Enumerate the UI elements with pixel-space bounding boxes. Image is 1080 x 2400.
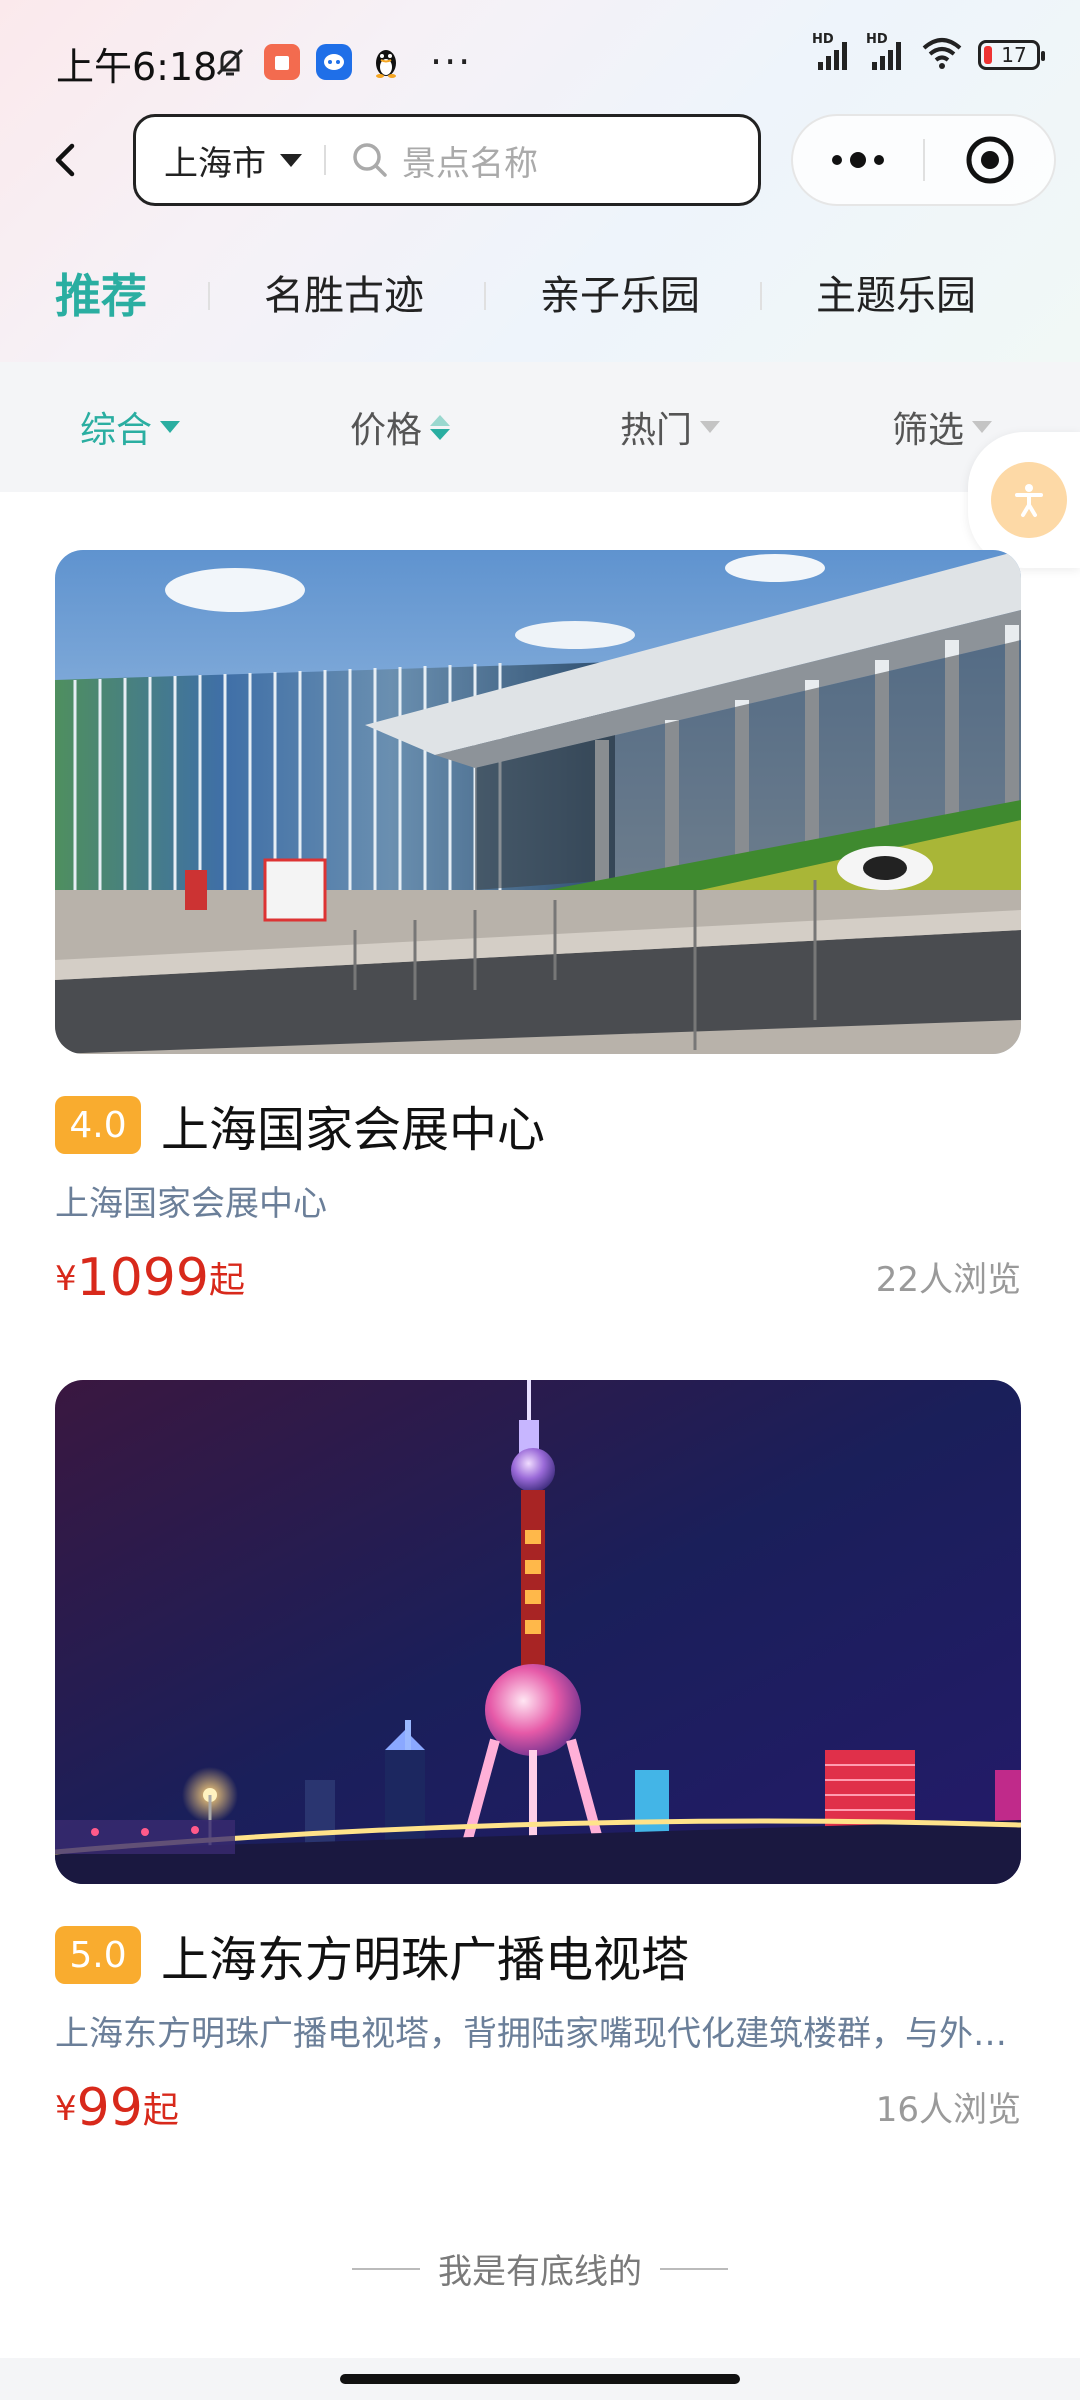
price-suffix: 起 [208,1260,245,1301]
card-title: 上海国家会展中心 [161,1102,546,1158]
card-description: 上海东方明珠广播电视塔，背拥陆家嘴现代化建筑楼群，与外滩万国建筑博览群隔江相望 [55,2014,1021,2054]
sort-price[interactable]: 价格 [350,362,451,492]
card-title: 上海东方明珠广播电视塔 [161,1932,690,1988]
divider-line [352,2267,420,2270]
dot-icon [874,155,884,165]
tab-divider [484,282,486,310]
chevron-left-icon [55,143,75,177]
price-row: ¥ 99 起 16人浏览 [55,2069,1021,2137]
sort-comprehensive[interactable]: 综合 [80,362,181,492]
caret-down-icon [280,153,302,167]
dot-icon [832,155,842,165]
wifi-icon [920,36,964,74]
accessibility-icon [991,462,1067,538]
view-count: 16人浏览 [875,2090,1021,2130]
battery-icon: 17 [978,40,1045,70]
status-bar: 上午6:18 ··· HD HD 17 [0,0,1080,124]
mute-bell-icon [212,44,248,80]
status-more: ··· [430,40,473,84]
price-value: 1099 [76,1248,209,1308]
attraction-photo[interactable] [55,550,1021,1054]
signal-icon-2: HD [866,32,906,72]
back-button[interactable] [42,132,90,188]
attraction-card[interactable]: 5.0 上海东方明珠广播电视塔 上海东方明珠广播电视塔，背拥陆家嘴现代化建筑楼群… [55,1380,1021,2137]
card-description: 上海国家会展中心 [55,1184,327,1224]
end-of-list-text: 我是有底线的 [438,2252,642,2292]
search-divider [324,145,326,175]
rating-badge: 4.0 [55,1096,141,1154]
rating-badge: 5.0 [55,1926,141,1984]
search-icon [350,140,390,180]
attraction-photo[interactable] [55,1380,1021,1884]
status-notification-icons: ··· [212,40,472,84]
bot-notification-icon [316,44,352,80]
target-circle-icon [966,136,1013,184]
price-row: ¥ 1099 起 22人浏览 [55,1239,1021,1307]
status-right-icons: HD HD 17 [812,32,1045,74]
sort-label: 筛选 [892,410,965,451]
sort-label: 热门 [620,410,693,451]
tab-divider [208,282,210,310]
sort-label: 综合 [80,410,153,451]
tab-recommend[interactable]: 推荐 [55,250,147,342]
tab-historic-sites[interactable]: 名胜古迹 [264,250,424,342]
tab-divider [760,282,762,310]
price-suffix: 起 [142,2090,179,2131]
city-selector[interactable]: 上海市 [164,136,302,185]
home-indicator[interactable] [340,2374,740,2384]
card-title-row: 5.0 上海东方明珠广播电视塔 [55,1924,1021,1988]
divider-line [660,2267,728,2270]
status-time: 上午6:18 [56,45,218,89]
category-tabs: 推荐 名胜古迹 亲子乐园 主题乐园 [0,250,1080,342]
close-mini-program-button[interactable] [925,116,1054,204]
attraction-card[interactable]: 4.0 上海国家会展中心 上海国家会展中心 ¥ 1099 起 22人浏览 [55,550,1021,1307]
accessibility-button[interactable] [968,432,1080,568]
price-value: 99 [76,2078,143,2138]
tab-family-parks[interactable]: 亲子乐园 [540,250,700,342]
caret-down-icon [160,421,181,433]
city-label: 上海市 [164,143,266,184]
sort-label: 价格 [350,410,423,451]
end-of-list-note: 我是有底线的 [0,2244,1080,2293]
caret-down-icon [700,421,721,433]
search-box[interactable]: 上海市 景点名称 [133,114,761,206]
dot-icon [850,152,866,168]
page: 上午6:18 ··· HD HD 17 上海市 景点名称 推荐 名胜古迹 亲子乐… [0,0,1080,2400]
search-input[interactable]: 景点名称 [402,136,538,185]
signal-icon-1: HD [812,32,852,72]
caret-down-icon [972,421,993,433]
price-currency: ¥ [55,2089,77,2129]
price-currency: ¥ [55,1259,77,1299]
card-title-row: 4.0 上海国家会展中心 [55,1094,1021,1158]
more-options-button[interactable] [793,116,923,204]
sort-updown-icon [430,414,451,440]
qq-penguin-icon [368,44,404,80]
price: ¥ 99 起 [55,2079,179,2137]
app-notification-icon [264,44,300,80]
sort-bar: 综合 价格 热门 筛选 [0,362,1080,492]
mini-program-capsule [791,114,1056,206]
price: ¥ 1099 起 [55,1249,245,1307]
tab-theme-parks[interactable]: 主题乐园 [816,250,976,342]
view-count: 22人浏览 [875,1260,1021,1300]
sort-popular[interactable]: 热门 [620,362,721,492]
